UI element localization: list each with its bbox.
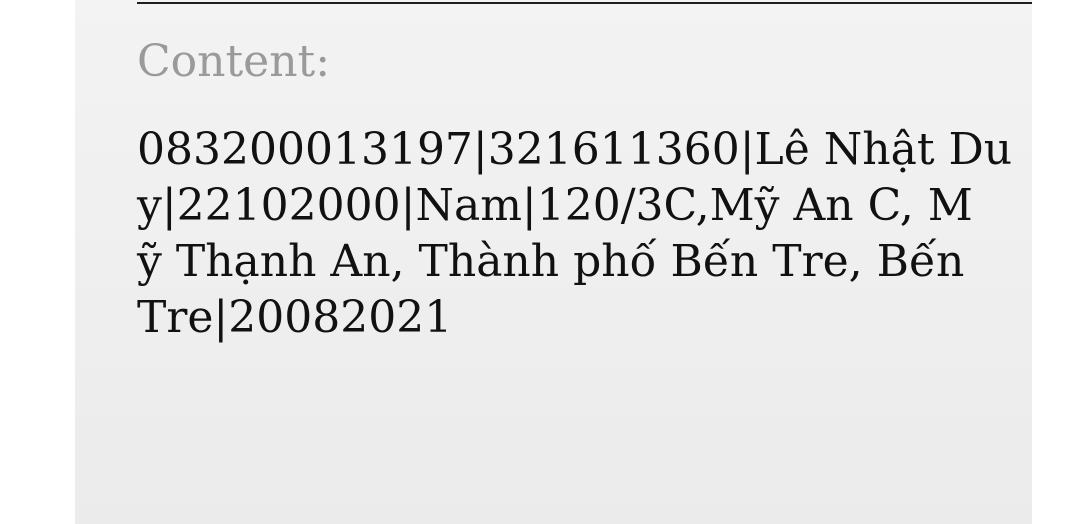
result-card: Content: 083200013197|321611360|Lê Nhật … (75, 0, 1032, 524)
content-line-3: ỹ Thạnh An, Thành phố Bến Tre, Bến (137, 236, 965, 287)
content-label: Content: (137, 36, 331, 87)
divider (137, 2, 1032, 4)
content-line-2: y|22102000|Nam|120/3C,Mỹ An C, M (137, 180, 973, 231)
content-text[interactable]: 083200013197|321611360|Lê Nhật Du y|2210… (137, 122, 1027, 346)
content-line-4: Tre|20082021 (137, 292, 453, 343)
content-line-1: 083200013197|321611360|Lê Nhật Du (137, 124, 1013, 175)
